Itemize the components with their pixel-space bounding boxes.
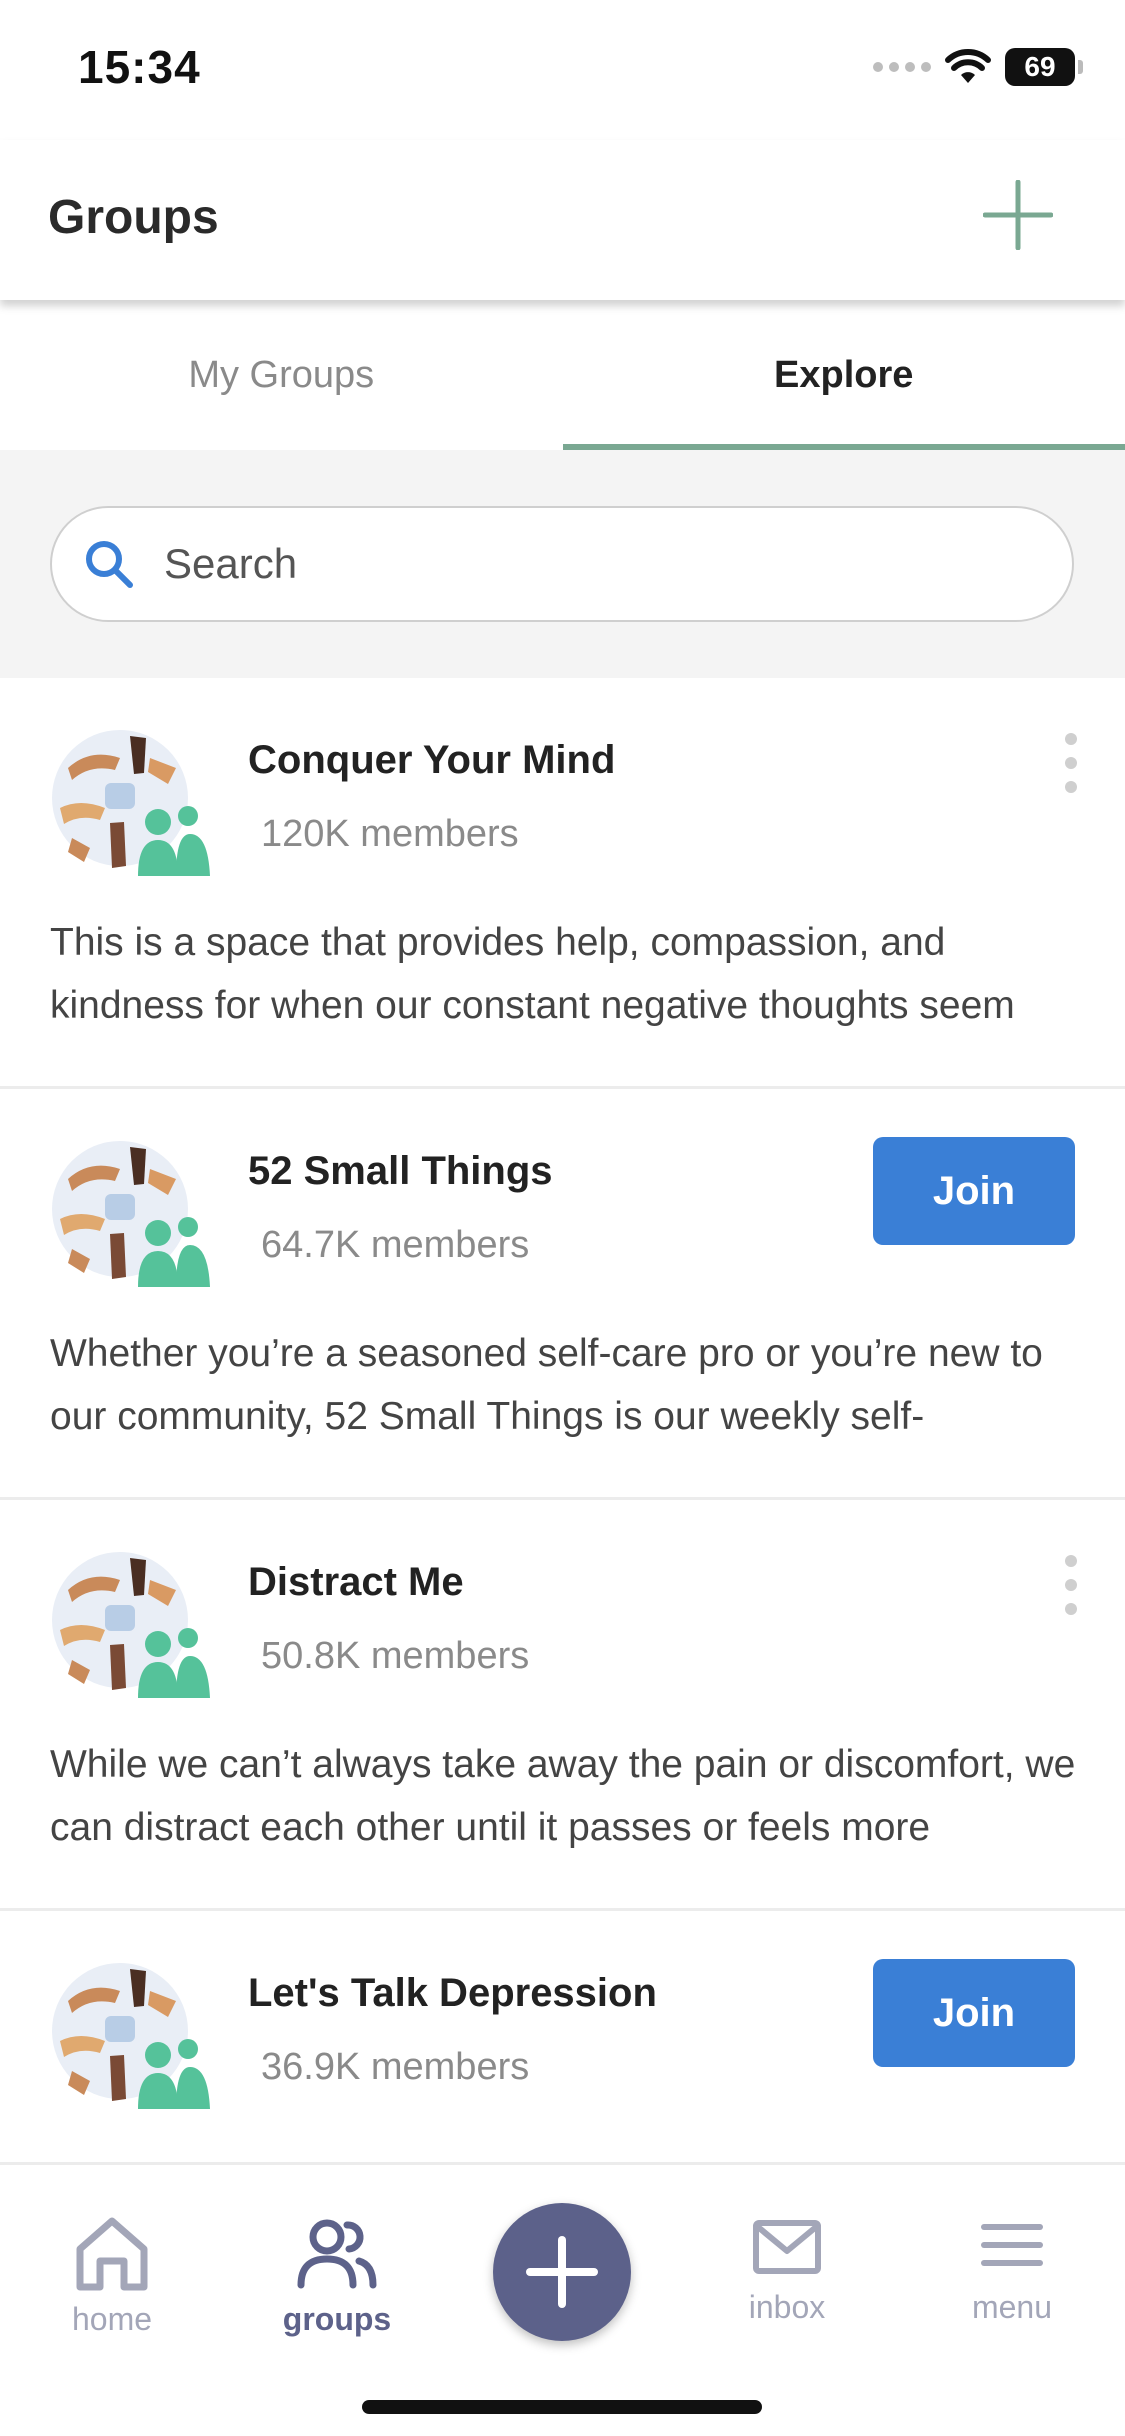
group-avatar <box>52 730 210 876</box>
group-name: 52 Small Things <box>248 1149 553 1193</box>
group-avatar <box>52 1963 210 2109</box>
add-group-button[interactable] <box>982 179 1054 251</box>
join-button[interactable]: Join <box>873 1137 1075 1245</box>
signal-icon <box>873 62 931 72</box>
tab-my-groups[interactable]: My Groups <box>0 300 563 450</box>
nav-menu-label: menu <box>971 2289 1053 2325</box>
tab-explore[interactable]: Explore <box>562 300 1125 450</box>
inbox-icon <box>753 2220 821 2274</box>
groups-icon <box>297 2219 377 2289</box>
member-count: 64.7K members <box>261 1224 530 1266</box>
group-name: Conquer Your Mind <box>248 738 616 782</box>
nav-inbox[interactable]: inbox <box>707 2215 867 2326</box>
group-list: Conquer Your Mind 120K members This is a… <box>0 678 1125 2322</box>
group-avatar <box>52 1552 210 1698</box>
nav-groups[interactable]: groups <box>257 2215 417 2338</box>
nav-home-label: home <box>71 2301 153 2337</box>
page-title: Groups <box>48 191 219 244</box>
group-card[interactable]: Conquer Your Mind 120K members This is a… <box>0 678 1125 1089</box>
menu-icon <box>981 2224 1043 2266</box>
group-card[interactable]: Distract Me 50.8K members While we can’t… <box>0 1500 1125 1911</box>
wifi-icon <box>945 49 991 83</box>
app-header: Groups <box>0 140 1125 300</box>
bottom-nav: home groups inbox menu <box>0 2162 1125 2436</box>
group-avatar <box>52 1141 210 1287</box>
search-area <box>0 450 1125 678</box>
search-box[interactable] <box>50 506 1074 622</box>
status-time: 15:34 <box>78 41 201 93</box>
group-description: Whether you’re a seasoned self-care pro … <box>50 1332 1043 1438</box>
nav-menu[interactable]: menu <box>932 2215 1092 2326</box>
compose-button[interactable] <box>493 2203 631 2341</box>
kebab-icon[interactable] <box>1061 1555 1081 1615</box>
group-card[interactable]: 52 Small Things 64.7K members Join Wheth… <box>0 1089 1125 1500</box>
join-button[interactable]: Join <box>873 1959 1075 2067</box>
home-indicator <box>362 2400 762 2414</box>
member-count: 36.9K members <box>261 2046 530 2088</box>
search-input[interactable] <box>162 539 986 589</box>
home-icon <box>76 2217 148 2291</box>
group-name: Let's Talk Depression <box>248 1971 657 2015</box>
member-count: 120K members <box>261 813 519 855</box>
compose-plus-icon <box>526 2236 598 2308</box>
battery-icon: 69 <box>1005 48 1083 86</box>
nav-groups-label: groups <box>282 2301 392 2337</box>
nav-inbox-label: inbox <box>748 2289 826 2325</box>
group-tabs: My Groups Explore <box>0 300 1125 450</box>
group-description: This is a space that provides help, comp… <box>50 921 1015 1027</box>
group-description: While we can’t always take away the pain… <box>50 1743 1076 1849</box>
kebab-icon[interactable] <box>1061 733 1081 793</box>
search-icon <box>86 541 133 588</box>
group-name: Distract Me <box>248 1560 464 1604</box>
status-icons: 69 <box>873 48 1083 86</box>
member-count: 50.8K members <box>261 1635 530 1677</box>
nav-home[interactable]: home <box>32 2215 192 2338</box>
plus-icon <box>982 179 1054 251</box>
status-bar: 15:34 69 <box>0 0 1125 140</box>
